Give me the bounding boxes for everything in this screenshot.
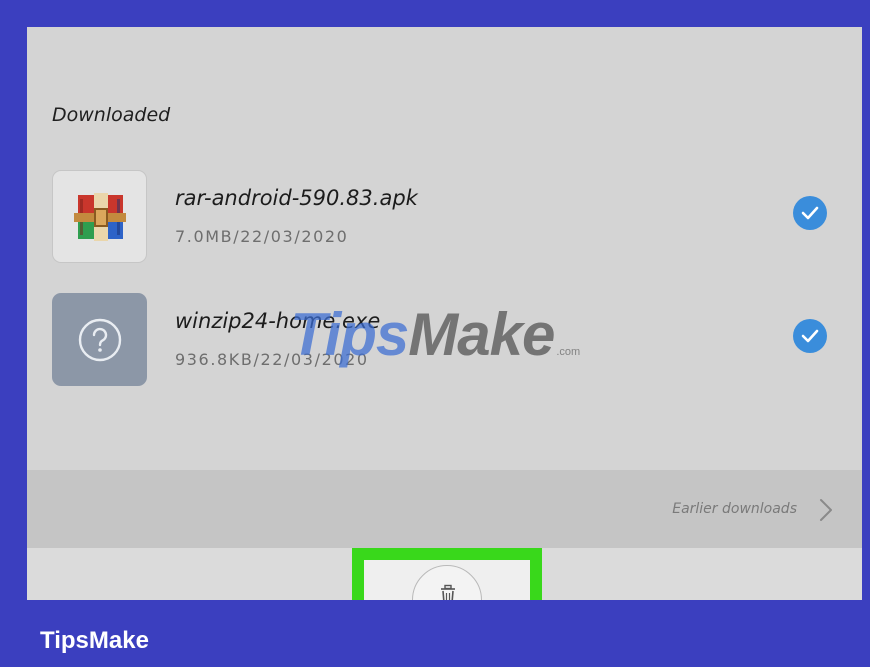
downloads-screen: Downloaded rar-android-590.83.apk 7.0MB/…: [27, 27, 862, 600]
unknown-file-icon: [52, 293, 147, 386]
delete-button-highlight: [352, 548, 542, 600]
page-frame: Downloaded rar-android-590.83.apk 7.0MB/…: [0, 0, 870, 667]
download-item[interactable]: rar-android-590.83.apk 7.0MB/22/03/2020: [27, 170, 862, 263]
file-name: winzip24-home.exe: [175, 309, 381, 333]
footer-brand: TipsMake: [40, 627, 149, 654]
chevron-right-icon: [818, 497, 834, 523]
earlier-downloads-link[interactable]: Earlier downloads: [27, 470, 862, 548]
file-meta: 936.8KB/22/03/2020: [175, 350, 369, 369]
file-meta: 7.0MB/22/03/2020: [175, 227, 349, 246]
check-icon[interactable]: [793, 196, 827, 230]
section-title: Downloaded: [52, 104, 171, 126]
download-item[interactable]: winzip24-home.exe 936.8KB/22/03/2020: [27, 293, 862, 386]
trash-icon: [439, 584, 457, 600]
file-name: rar-android-590.83.apk: [175, 186, 418, 210]
delete-button[interactable]: [412, 565, 482, 600]
check-icon[interactable]: [793, 319, 827, 353]
winrar-icon: [52, 170, 147, 263]
earlier-downloads-label: Earlier downloads: [672, 501, 797, 517]
action-bar: [27, 548, 862, 600]
